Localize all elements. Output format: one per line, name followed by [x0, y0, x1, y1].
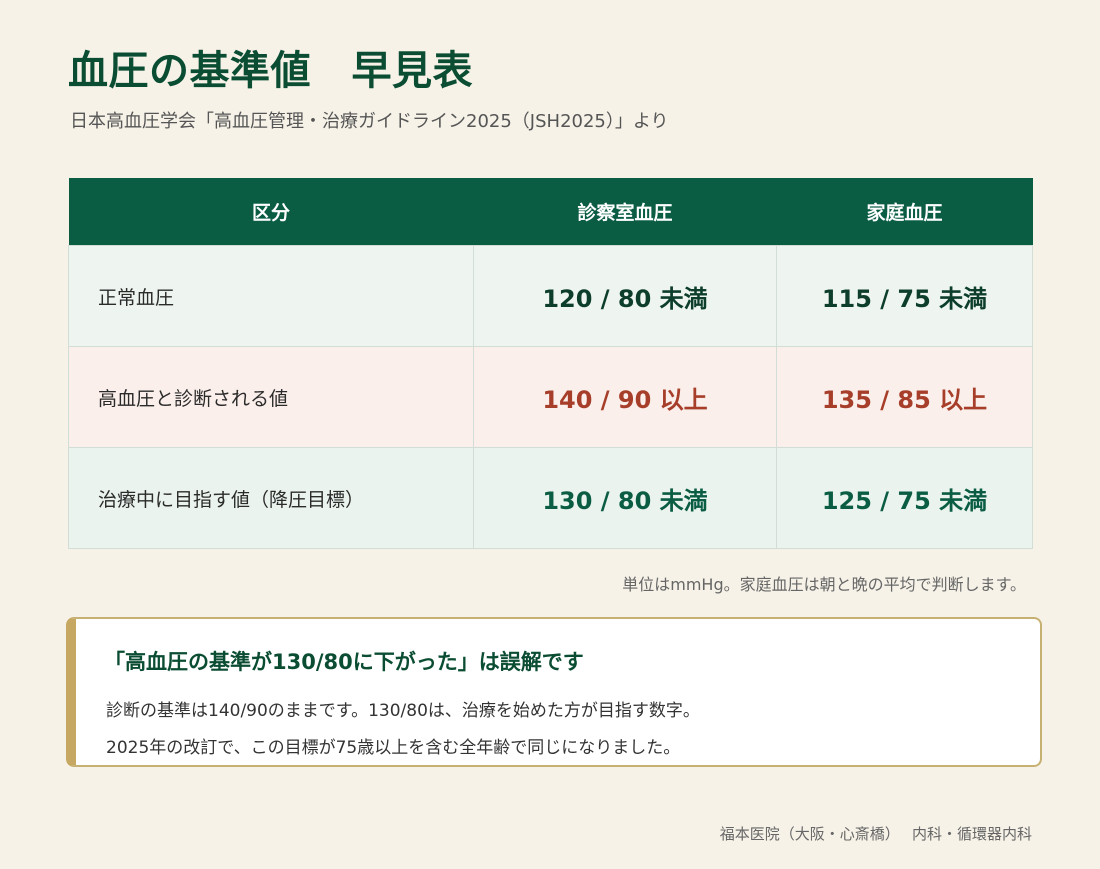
table-row-target: 治療中に目指す値（降圧目標） 130 / 80 未満 125 / 75 未満: [68, 447, 1033, 549]
home-bp-value: 115 / 75 未満: [776, 245, 1033, 347]
column-header-office-bp: 診察室血圧: [473, 178, 777, 246]
callout-text-line: 2025年の改訂で、この目標が75歳以上を含む全年齢で同じになりました。: [106, 738, 681, 758]
office-bp-value: 120 / 80 未満: [473, 245, 777, 347]
office-bp-value: 140 / 90 以上: [473, 346, 777, 448]
table-row-hypertension: 高血圧と診断される値 140 / 90 以上 135 / 85 以上: [68, 346, 1033, 448]
unit-note: 単位はmmHg。家庭血圧は朝と晩の平均で判断します。: [622, 575, 1026, 594]
home-bp-value: 125 / 75 未満: [776, 447, 1033, 549]
column-header-category: 区分: [68, 178, 474, 246]
page-subtitle: 日本高血圧学会「高血圧管理・治療ガイドライン2025（JSH2025）」より: [70, 111, 669, 132]
callout-title: 「高血圧の基準が130/80に下がった」は誤解です: [104, 650, 584, 674]
bp-reference-table: 区分 診察室血圧 家庭血圧 正常血圧 120 / 80 未満 115 / 75 …: [68, 178, 1033, 549]
row-label: 正常血圧: [68, 245, 474, 347]
table-row-normal: 正常血圧 120 / 80 未満 115 / 75 未満: [68, 245, 1033, 347]
table-header-row: 区分 診察室血圧 家庭血圧: [68, 178, 1033, 246]
row-label: 治療中に目指す値（降圧目標）: [68, 447, 474, 549]
row-label: 高血圧と診断される値: [68, 346, 474, 448]
column-header-home-bp: 家庭血圧: [776, 178, 1033, 246]
office-bp-value: 130 / 80 未満: [473, 447, 777, 549]
home-bp-value: 135 / 85 以上: [776, 346, 1033, 448]
misconception-callout: 「高血圧の基準が130/80に下がった」は誤解です 診断の基準は140/90のま…: [66, 617, 1042, 767]
page-title: 血圧の基準値 早見表: [68, 48, 473, 94]
callout-text-line: 診断の基準は140/90のままです。130/80は、治療を始めた方が目指す数字。: [106, 701, 700, 721]
clinic-footer: 福本医院（大阪・心斎橋） 内科・循環器内科: [719, 825, 1032, 843]
